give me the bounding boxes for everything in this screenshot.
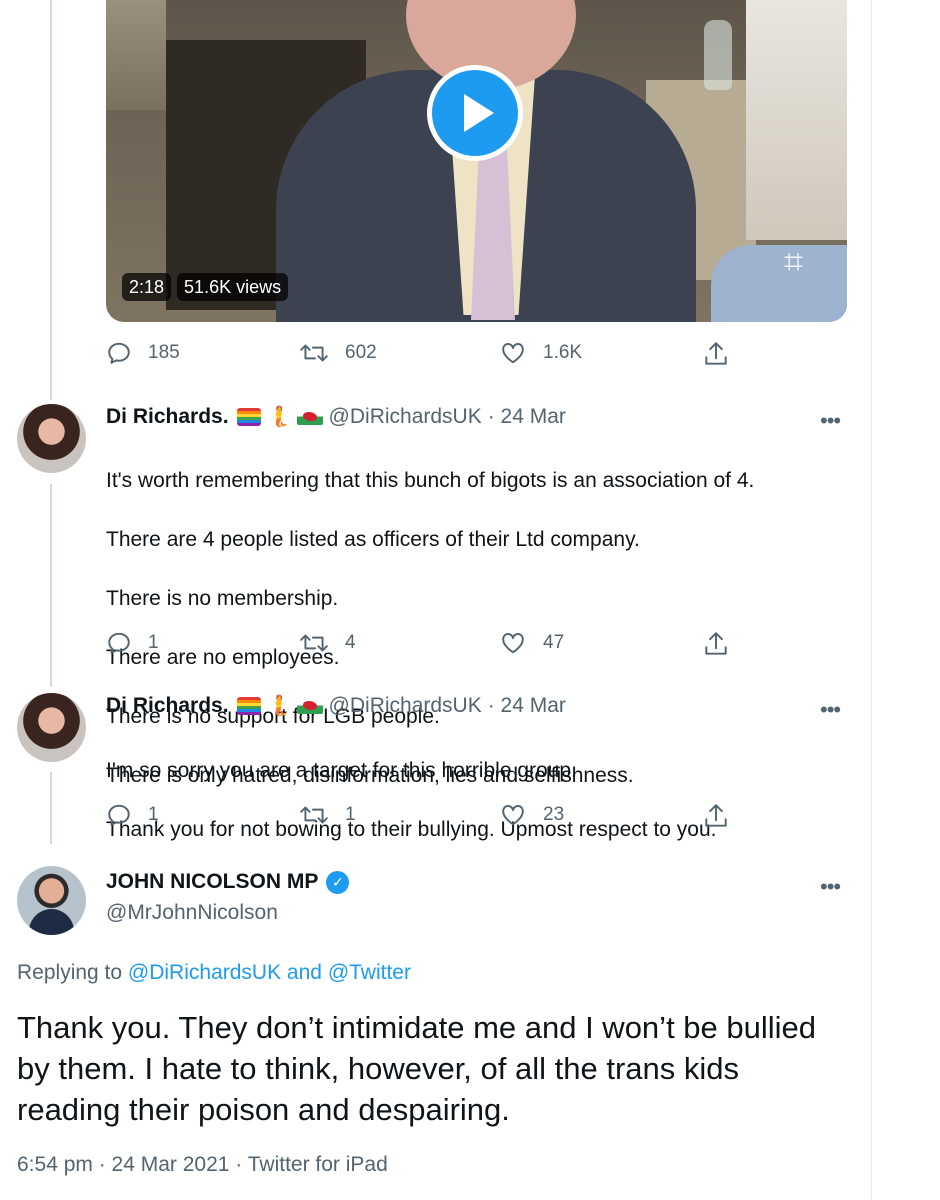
- tweet-line: There is no membership.: [106, 586, 339, 610]
- replying-to: Replying to @DiRichardsUK and @Twitter: [17, 961, 411, 985]
- retweet-icon: [300, 344, 328, 362]
- more-options-icon[interactable]: •••: [820, 699, 841, 721]
- tweet-date[interactable]: · 24 Mar: [488, 405, 566, 429]
- share-icon: [705, 342, 727, 365]
- reply-icon: [108, 342, 130, 364]
- author-name: JOHN NICOLSON MP ✓: [106, 870, 350, 894]
- main-tweet-text: Thank you. They don’t intimidate me and …: [17, 1010, 817, 1127]
- timeline-border: [871, 0, 872, 1200]
- more-options-icon[interactable]: •••: [820, 410, 841, 432]
- tweet-actions: 1 1 23: [106, 802, 746, 832]
- tweet-header: Di Richards. 🧜 @DiRichardsUK · 24 Mar: [106, 693, 566, 718]
- tweet-actions: 1 4 47: [106, 630, 746, 660]
- reply-count: 1: [148, 804, 159, 825]
- video-background-window: [106, 0, 166, 110]
- thread-line-top: [50, 0, 52, 400]
- video-player[interactable]: ⌗ 2:18 51.6K views: [106, 0, 847, 322]
- mention-link[interactable]: @DiRichardsUK: [128, 961, 281, 984]
- thread-line-middle: [50, 484, 52, 687]
- reply-icon: [108, 804, 130, 826]
- thread-line-bottom: [50, 772, 52, 844]
- share-icon: [705, 804, 727, 827]
- retweet-button[interactable]: 602: [299, 340, 377, 366]
- wales-flag-icon: [296, 697, 323, 714]
- tweet-line: There are 4 people listed as officers of…: [106, 527, 640, 551]
- like-button[interactable]: 23: [499, 802, 564, 828]
- more-options-icon[interactable]: •••: [820, 876, 841, 898]
- display-name[interactable]: JOHN NICOLSON MP: [106, 870, 318, 894]
- share-button[interactable]: [703, 802, 729, 830]
- user-handle[interactable]: @DiRichardsUK: [329, 694, 482, 718]
- reply-count: 1: [148, 632, 159, 653]
- avatar[interactable]: [17, 693, 86, 762]
- replying-and: and: [281, 961, 328, 984]
- retweet-count: 4: [345, 632, 356, 653]
- replying-prefix: Replying to: [17, 961, 128, 984]
- like-button[interactable]: 1.6K: [499, 340, 582, 366]
- tweet-timestamp[interactable]: 6:54 pm · 24 Mar 2021 · Twitter for iPad: [17, 1153, 388, 1177]
- retweet-icon: [300, 634, 328, 652]
- heart-icon: [502, 633, 524, 654]
- name-emojis: 🧜: [236, 404, 323, 429]
- reply-button[interactable]: 185: [106, 340, 180, 366]
- video-window: [746, 0, 847, 240]
- user-handle[interactable]: @DiRichardsUK: [329, 405, 482, 429]
- play-button[interactable]: [427, 65, 523, 161]
- like-button[interactable]: 47: [499, 630, 564, 656]
- reply-button[interactable]: 1: [106, 802, 159, 828]
- portcullis-icon: ⌗: [784, 243, 804, 281]
- video-vase: [704, 20, 732, 90]
- mermaid-icon: 🧜: [266, 406, 292, 428]
- heart-icon: [502, 343, 524, 364]
- rainbow-flag-icon: [236, 407, 261, 426]
- tweet-header: Di Richards. 🧜 @DiRichardsUK · 24 Mar: [106, 404, 566, 429]
- mention-link[interactable]: @Twitter: [328, 961, 411, 984]
- tweet-actions: 185 602 1.6K: [106, 340, 746, 370]
- video-rug: [711, 245, 847, 322]
- retweet-button[interactable]: 4: [299, 630, 356, 656]
- like-count: 47: [543, 632, 565, 653]
- retweet-count: 602: [345, 342, 377, 363]
- tweet-text: I'm so sorry you are a target for this h…: [106, 726, 846, 874]
- mermaid-icon: 🧜: [266, 695, 292, 717]
- reply-count: 185: [148, 342, 180, 363]
- like-count: 23: [543, 804, 565, 825]
- tweet-line: I'm so sorry you are a target for this h…: [106, 758, 577, 782]
- share-button[interactable]: [703, 630, 729, 658]
- reply-button[interactable]: 1: [106, 630, 159, 656]
- user-handle[interactable]: @MrJohnNicolson: [106, 901, 278, 925]
- retweet-button[interactable]: 1: [299, 802, 356, 828]
- avatar[interactable]: [17, 404, 86, 473]
- display-name[interactable]: Di Richards.: [106, 694, 229, 718]
- name-emojis: 🧜: [236, 693, 323, 718]
- tweet-line: It's worth remembering that this bunch o…: [106, 468, 755, 492]
- share-icon: [705, 632, 727, 655]
- play-icon: [464, 94, 494, 132]
- video-badges: 2:18 51.6K views: [122, 273, 289, 301]
- rainbow-flag-icon: [236, 696, 261, 715]
- retweet-icon: [300, 806, 328, 824]
- tweet-date[interactable]: · 24 Mar: [488, 694, 566, 718]
- avatar[interactable]: [17, 866, 86, 935]
- like-count: 1.6K: [543, 342, 583, 363]
- verified-badge-icon: ✓: [326, 870, 350, 894]
- reply-icon: [108, 632, 130, 654]
- heart-icon: [502, 805, 524, 826]
- display-name[interactable]: Di Richards.: [106, 405, 229, 429]
- video-duration: 2:18: [122, 273, 172, 301]
- share-button[interactable]: [703, 340, 729, 368]
- wales-flag-icon: [296, 408, 323, 425]
- retweet-count: 1: [345, 804, 356, 825]
- video-views: 51.6K views: [177, 273, 289, 301]
